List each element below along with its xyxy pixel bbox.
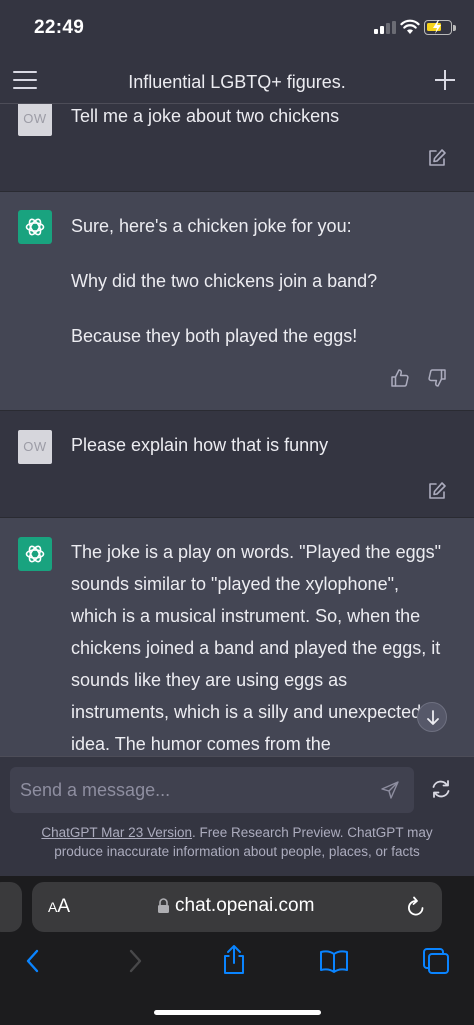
user-avatar: OW xyxy=(18,104,52,136)
reload-icon[interactable] xyxy=(406,896,426,918)
thumbs-up-icon[interactable] xyxy=(390,368,410,388)
hamburger-menu-icon[interactable] xyxy=(13,71,37,89)
wifi-icon xyxy=(400,19,420,34)
message-input-box[interactable] xyxy=(10,767,414,813)
back-icon[interactable] xyxy=(24,948,42,974)
browser-toolbar: AA chat.openai.com xyxy=(0,876,474,1025)
user-message-text: Please explain how that is funny xyxy=(71,435,329,455)
url-text: chat.openai.com xyxy=(175,895,315,916)
regenerate-icon[interactable] xyxy=(430,779,452,799)
conversation-title: Influential LGBTQ+ figures. xyxy=(128,72,346,92)
assistant-paragraph: Why did the two chickens join a band? xyxy=(71,271,378,291)
assistant-message-text: The joke is a play on words. "Played the… xyxy=(71,536,449,756)
cellular-signal-icon xyxy=(374,21,396,34)
send-icon[interactable] xyxy=(380,780,400,800)
share-icon[interactable] xyxy=(221,944,247,976)
user-message-text: Tell me a joke about two chickens xyxy=(71,106,340,126)
message-composer: ChatGPT Mar 23 Version. Free Research Pr… xyxy=(0,756,474,876)
assistant-paragraph: Sure, here's a chicken joke for you: xyxy=(71,216,352,236)
edit-icon[interactable] xyxy=(427,481,447,501)
disclaimer: ChatGPT Mar 23 Version. Free Research Pr… xyxy=(20,823,454,861)
edit-icon[interactable] xyxy=(427,148,447,168)
bookmarks-icon[interactable] xyxy=(319,949,349,973)
chatgpt-logo-icon xyxy=(18,537,52,571)
assistant-message-text: Sure, here's a chicken joke for you: Why… xyxy=(71,210,456,375)
new-chat-plus-icon[interactable] xyxy=(434,69,456,91)
chat-thread[interactable]: OW Tell me a joke about two chickens Sur… xyxy=(0,104,474,756)
assistant-message: Sure, here's a chicken joke for you: Why… xyxy=(0,191,474,410)
assistant-paragraph: The joke is a play on words. "Played the… xyxy=(71,542,441,754)
status-time: 22:49 xyxy=(34,17,85,38)
assistant-paragraph: Because they both played the eggs! xyxy=(71,326,358,346)
battery-icon xyxy=(424,20,452,35)
text-size-button[interactable]: AA xyxy=(48,896,70,918)
lock-icon xyxy=(158,898,169,913)
battery-tip xyxy=(453,25,456,31)
arrow-down-icon xyxy=(427,710,439,725)
previous-tab-edge[interactable] xyxy=(0,882,22,932)
address-bar[interactable]: AA chat.openai.com xyxy=(32,882,442,932)
assistant-message: The joke is a play on words. "Played the… xyxy=(0,517,474,756)
version-link[interactable]: ChatGPT Mar 23 Version xyxy=(41,825,192,840)
user-message: OW Please explain how that is funny xyxy=(0,410,474,517)
user-avatar: OW xyxy=(18,430,52,464)
thumbs-down-icon[interactable] xyxy=(427,368,447,388)
user-message: OW Tell me a joke about two chickens xyxy=(0,104,474,191)
message-input[interactable] xyxy=(10,767,380,813)
status-bar: 22:49 xyxy=(0,0,474,58)
forward-icon[interactable] xyxy=(126,948,144,974)
scroll-to-bottom-button[interactable] xyxy=(417,702,447,732)
home-indicator xyxy=(154,1010,321,1015)
chat-header: Influential LGBTQ+ figures. xyxy=(0,58,474,104)
tabs-icon[interactable] xyxy=(422,947,450,975)
chatgpt-logo-icon xyxy=(18,210,52,244)
